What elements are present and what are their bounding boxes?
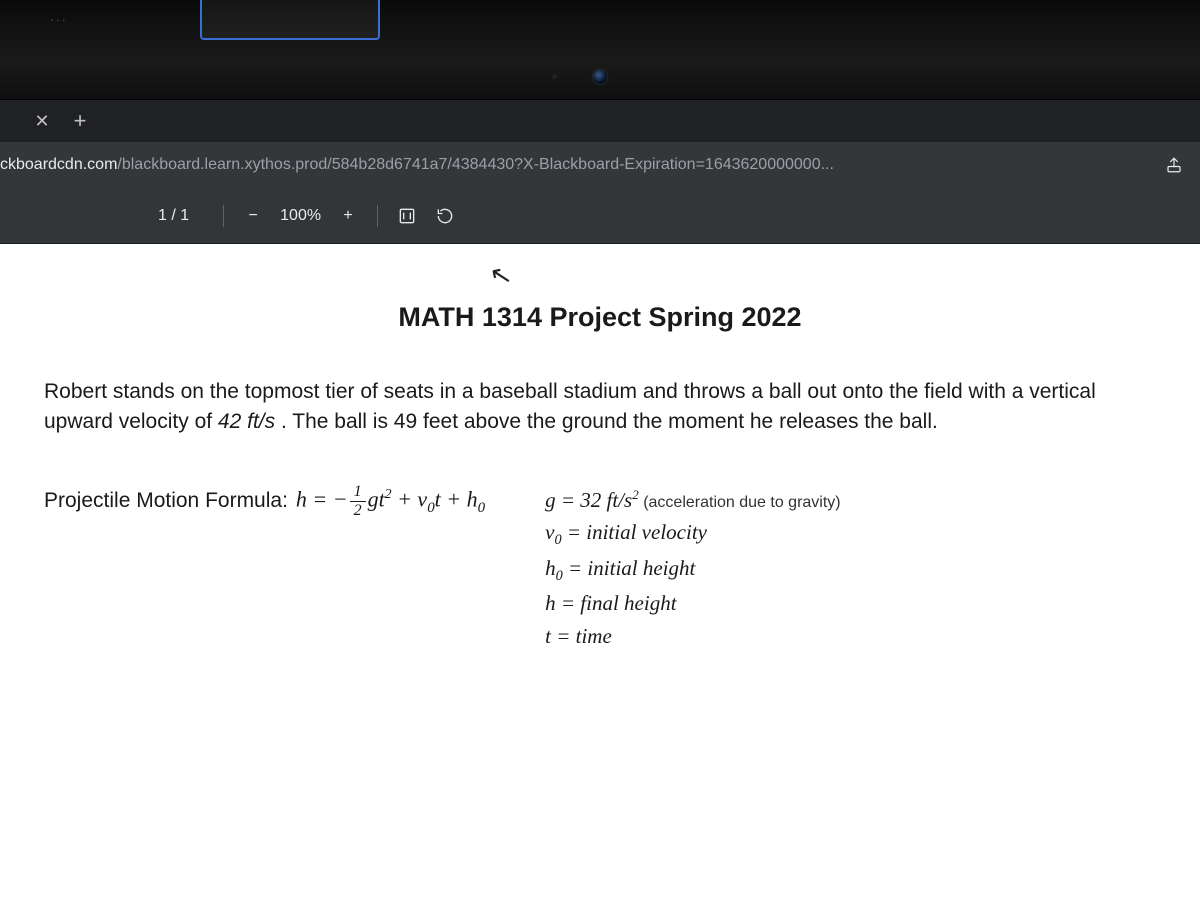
rotate-icon[interactable] <box>428 199 462 233</box>
formula-lhs: h = − <box>296 486 348 511</box>
zoom-out-button[interactable]: − <box>236 199 270 233</box>
formula-squared: 2 <box>385 486 392 501</box>
def-h0-text: = initial height <box>563 556 696 580</box>
def-g-text: g = 32 ft/s <box>545 488 632 512</box>
toolbar-divider <box>223 205 224 227</box>
formula-t-plus-h: t + h <box>435 486 478 511</box>
problem-text: . The ball is 49 feet above the ground t… <box>281 410 938 433</box>
page-indicator: 1 / 1 <box>150 203 197 229</box>
tab-strip: ✕ + <box>0 100 1200 142</box>
zoom-in-button[interactable]: + <box>331 199 365 233</box>
url-domain: ckboardcdn.com <box>0 156 117 174</box>
toolbar-divider <box>377 205 378 227</box>
one-half-fraction: 12 <box>350 484 366 519</box>
def-h0: h0 = initial height <box>545 552 841 587</box>
browser-chrome: ✕ + ckboardcdn.com /blackboard.learn.xyt… <box>0 100 1200 188</box>
laptop-bezel: ... <box>0 0 1200 100</box>
def-v0-sub: 0 <box>554 533 561 549</box>
formula-row: Projectile Motion Formula: h = −12gt2 + … <box>44 484 1156 652</box>
sensor-dot <box>552 74 557 79</box>
document-title: MATH 1314 Project Spring 2022 <box>44 302 1156 333</box>
formula-sub0: 0 <box>427 500 434 516</box>
def-v0-text: = initial velocity <box>562 520 707 544</box>
def-t: t = time <box>545 620 841 653</box>
initial-velocity-value: 42 ft/s <box>218 410 275 433</box>
def-g: g = 32 ft/s2 (acceleration due to gravit… <box>545 484 841 517</box>
def-v0: v0 = initial velocity <box>545 516 841 551</box>
cursor-icon: ↖ <box>487 258 515 293</box>
pdf-toolbar: 1 / 1 − 100% + <box>0 188 1200 244</box>
def-h0-sub: 0 <box>556 568 563 584</box>
def-h0-var: h <box>545 556 556 580</box>
projectile-formula: Projectile Motion Formula: h = −12gt2 + … <box>44 484 485 519</box>
formula-label: Projectile Motion Formula: <box>44 489 288 513</box>
def-g-note: (acceleration due to gravity) <box>639 494 841 511</box>
share-icon[interactable] <box>1160 151 1188 179</box>
zoom-level: 100% <box>274 207 327 225</box>
fraction-denominator: 2 <box>354 502 362 519</box>
variable-definitions: g = 32 ft/s2 (acceleration due to gravit… <box>545 484 841 652</box>
url-path: /blackboard.learn.xythos.prod/584b28d674… <box>117 156 834 174</box>
def-h: h = final height <box>545 587 841 620</box>
fit-page-icon[interactable] <box>390 199 424 233</box>
webcam <box>593 70 607 84</box>
problem-statement: Robert stands on the topmost tier of sea… <box>44 377 1156 438</box>
formula-expression: h = −12gt2 + v0t + h0 <box>296 484 485 519</box>
formula-plus-v: + v <box>392 486 428 511</box>
pdf-viewer[interactable]: ↖ MATH 1314 Project Spring 2022 Robert s… <box>0 244 1200 900</box>
formula-sub0: 0 <box>478 500 485 516</box>
formula-g: g <box>368 486 379 511</box>
fraction-numerator: 1 <box>350 484 366 502</box>
pdf-page: ↖ MATH 1314 Project Spring 2022 Robert s… <box>0 244 1200 900</box>
close-tab-button[interactable]: ✕ <box>28 111 56 132</box>
bezel-dots: ... <box>50 8 68 24</box>
address-bar[interactable]: ckboardcdn.com /blackboard.learn.xythos.… <box>0 142 1200 188</box>
background-tab-outline <box>200 0 380 40</box>
new-tab-button[interactable]: + <box>66 108 94 134</box>
